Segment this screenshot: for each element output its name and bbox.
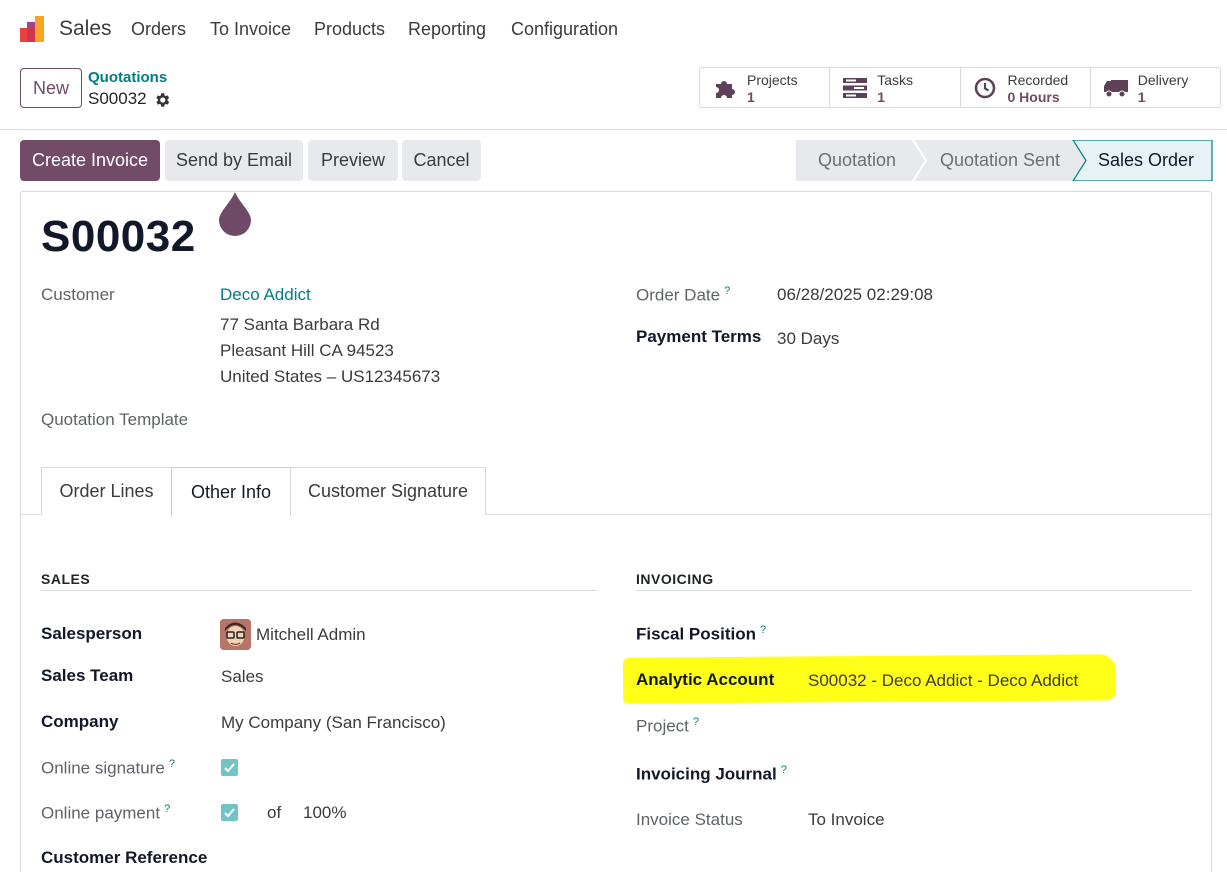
invoicing-journal-label-text: Invoicing Journal — [636, 764, 777, 784]
quotation-template-label: Quotation Template — [41, 410, 189, 429]
tab-order-lines[interactable]: Order Lines — [41, 467, 172, 515]
gear-icon[interactable] — [153, 91, 171, 109]
company-value[interactable]: My Company (San Francisco) — [221, 713, 446, 733]
avatar — [220, 619, 251, 650]
help-tooltip-icon[interactable]: ? — [781, 764, 787, 776]
action-bar: Create Invoice Send by Email Preview Can… — [0, 140, 1227, 181]
section-divider — [636, 590, 1192, 591]
new-button[interactable]: New — [20, 68, 82, 108]
menu-products[interactable]: Products — [314, 19, 385, 40]
salesperson-value[interactable]: Mitchell Admin — [256, 625, 366, 645]
analytic-account-value[interactable]: S00032 - Deco Addict - Deco Addict — [808, 671, 1078, 691]
fiscal-position-label-text: Fiscal Position — [636, 624, 756, 644]
smart-button-projects[interactable]: Projects 1 — [700, 68, 831, 107]
cursor-drop-icon — [219, 192, 251, 236]
analytic-account-label: Analytic Account — [636, 670, 775, 689]
menu-configuration[interactable]: Configuration — [511, 19, 618, 40]
status-bar: Quotation Quotation Sent Sales Order — [796, 140, 1213, 181]
invoicing-section-heading: INVOICING — [636, 571, 714, 587]
address-line-2: Pleasant Hill CA 94523 — [220, 341, 394, 360]
record-title: S00032 — [41, 212, 196, 261]
customer-reference-label: Customer Reference — [41, 848, 208, 867]
online-payment-label: Online payment? — [41, 803, 170, 824]
menu-orders[interactable]: Orders — [131, 19, 186, 40]
top-navbar: Sales Orders To Invoice Products Reporti… — [0, 0, 1227, 58]
sales-team-label: Sales Team — [41, 666, 134, 685]
smart-button-tasks[interactable]: Tasks 1 — [830, 68, 961, 107]
breadcrumb-current: S00032 — [88, 89, 147, 108]
smart-button-label: Projects — [747, 72, 798, 88]
order-date-label-text: Order Date — [636, 285, 721, 305]
smart-button-value: 1 — [747, 89, 755, 105]
breadcrumb-quotations[interactable]: Quotations — [88, 69, 167, 86]
online-signature-label: Online signature? — [41, 758, 175, 779]
cancel-button[interactable]: Cancel — [402, 140, 481, 181]
smart-button-value: 0 Hours — [1007, 89, 1060, 105]
check-icon — [224, 808, 235, 818]
sales-team-value[interactable]: Sales — [221, 667, 264, 687]
smart-button-label: Recorded — [1007, 72, 1069, 88]
form-sheet — [20, 191, 1212, 872]
status-sales-order[interactable]: Sales Order — [1086, 140, 1206, 181]
payment-terms-value[interactable]: 30 Days — [777, 329, 839, 349]
section-divider — [41, 590, 597, 591]
create-invoice-button[interactable]: Create Invoice — [20, 140, 160, 181]
smart-buttons: Projects 1 Tasks 1 Recorded 0 Hours Deli… — [699, 67, 1221, 108]
menu-reporting[interactable]: Reporting — [408, 19, 486, 40]
app-name[interactable]: Sales — [59, 17, 112, 41]
send-by-email-button[interactable]: Send by Email — [165, 140, 303, 181]
tab-customer-signature[interactable]: Customer Signature — [290, 467, 486, 515]
invoicing-journal-label: Invoicing Journal? — [636, 764, 787, 785]
payment-terms-label: Payment Terms — [636, 327, 762, 346]
truck-icon — [1103, 80, 1128, 98]
fiscal-position-label: Fiscal Position? — [636, 624, 766, 645]
smart-button-delivery[interactable]: Delivery 1 — [1091, 68, 1220, 107]
smart-button-label: Delivery — [1137, 72, 1189, 88]
invoice-status-label: Invoice Status — [636, 810, 743, 829]
project-label-text: Project — [636, 716, 689, 736]
smart-button-value: 1 — [877, 89, 886, 105]
help-tooltip-icon[interactable]: ? — [169, 758, 175, 770]
tasks-icon — [843, 78, 868, 98]
status-quotation[interactable]: Quotation — [796, 140, 918, 181]
help-tooltip-icon[interactable]: ? — [693, 716, 699, 728]
control-panel: New Quotations S00032 Projects 1 Tasks 1 — [0, 58, 1227, 130]
smart-button-label: Tasks — [877, 72, 914, 88]
customer-link[interactable]: Deco Addict — [220, 285, 311, 305]
of-label: of — [267, 803, 282, 822]
status-quotation-sent[interactable]: Quotation Sent — [926, 140, 1074, 181]
online-payment-label-text: Online payment — [41, 803, 161, 823]
sales-section-heading: SALES — [41, 571, 91, 587]
address-line-3: United States – US12345673 — [220, 367, 441, 386]
avatar-image — [220, 619, 251, 650]
preview-button[interactable]: Preview — [308, 140, 398, 181]
order-date-label: Order Date? — [636, 285, 730, 306]
online-payment-checkbox[interactable] — [221, 804, 238, 821]
help-tooltip-icon[interactable]: ? — [760, 624, 766, 636]
customer-label: Customer — [41, 285, 115, 304]
invoice-status-value: To Invoice — [808, 810, 885, 829]
check-icon — [224, 763, 235, 773]
order-date-value[interactable]: 06/28/2025 02:29:08 — [777, 285, 933, 305]
sales-app-icon[interactable] — [18, 14, 48, 44]
prepayment-percent-value[interactable]: 100% — [303, 803, 346, 823]
help-tooltip-icon[interactable]: ? — [724, 285, 730, 297]
smart-button-recorded[interactable]: Recorded 0 Hours — [961, 68, 1091, 107]
salesperson-label: Salesperson — [41, 624, 143, 643]
smart-button-value: 1 — [1137, 89, 1146, 105]
clock-icon — [974, 77, 995, 99]
help-tooltip-icon[interactable]: ? — [164, 803, 170, 815]
online-signature-label-text: Online signature — [41, 758, 165, 778]
project-label: Project? — [636, 716, 699, 737]
address-line-1: 77 Santa Barbara Rd — [220, 315, 380, 334]
menu-to-invoice[interactable]: To Invoice — [210, 19, 291, 40]
puzzle-icon — [716, 81, 735, 98]
online-signature-checkbox[interactable] — [221, 759, 238, 776]
tab-other-info[interactable]: Other Info — [171, 467, 291, 516]
company-label: Company — [41, 712, 119, 731]
